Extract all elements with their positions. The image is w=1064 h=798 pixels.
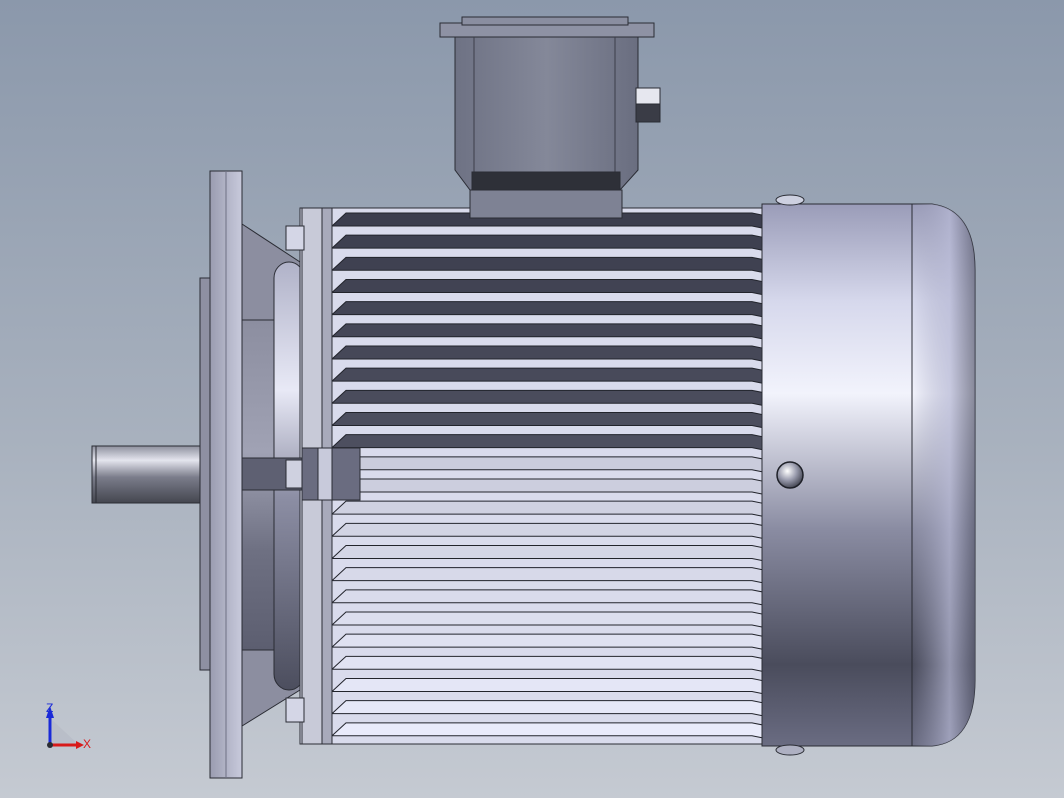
cooling-fin [330, 323, 763, 340]
cooling-fin [330, 545, 763, 562]
cooling-fin [330, 589, 763, 606]
axis-triad[interactable]: Z X [46, 701, 91, 751]
x-axis-label: X [83, 737, 91, 751]
cooling-fin [330, 722, 763, 739]
cooling-fin [330, 301, 763, 318]
cooling-fin [330, 522, 763, 539]
cooling-fin [330, 456, 763, 473]
motor-model[interactable]: Z X [0, 0, 1064, 798]
cooling-fin [330, 500, 763, 517]
cooling-fin [330, 655, 763, 672]
cooling-fin [330, 412, 763, 429]
cooling-fin [330, 434, 763, 451]
terminal-box [439, 16, 661, 219]
shaft [91, 445, 203, 504]
cooling-fin [330, 256, 763, 273]
lifting-eye [776, 461, 804, 489]
cooling-fin [330, 678, 763, 695]
cooling-fin [330, 367, 763, 384]
cooling-fin [330, 567, 763, 584]
cooling-fin [330, 279, 763, 296]
cooling-fin [330, 389, 763, 406]
z-axis-label: Z [46, 701, 53, 715]
cooling-fin [330, 234, 763, 251]
cooling-fin [330, 345, 763, 362]
cooling-fin [330, 611, 763, 628]
cad-viewport[interactable]: Z X [0, 0, 1064, 798]
cooling-fin [330, 633, 763, 650]
cooling-fin [330, 700, 763, 717]
cooling-fins [299, 207, 766, 745]
cooling-fin [330, 478, 763, 495]
